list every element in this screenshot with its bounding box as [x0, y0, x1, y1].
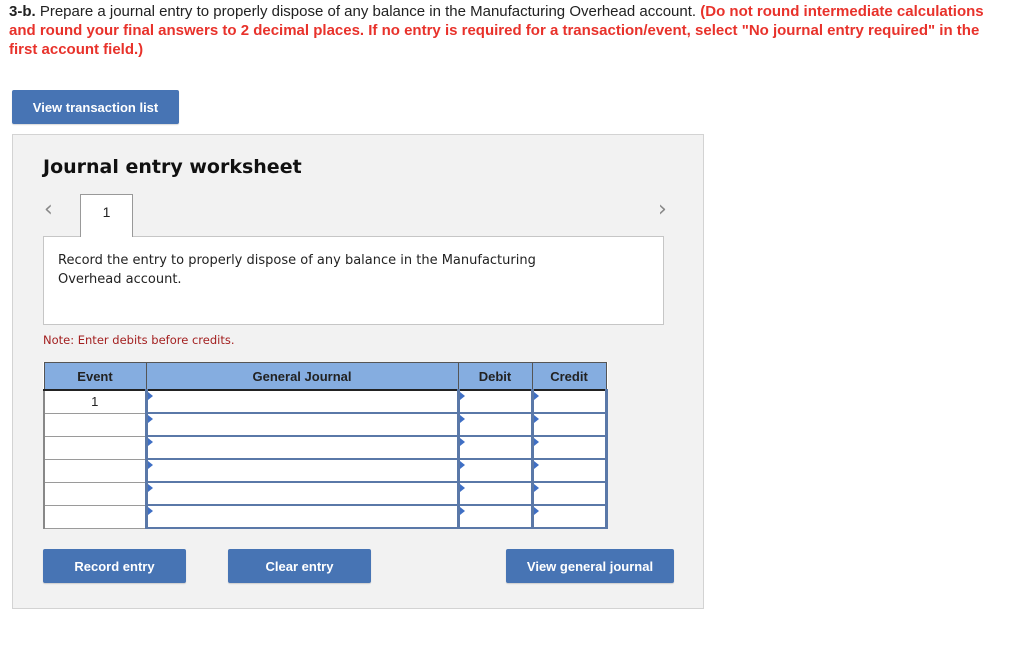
credit-input[interactable] — [533, 482, 609, 505]
chevron-right-icon[interactable]: › — [658, 197, 667, 222]
dropdown-marker-icon — [147, 461, 153, 469]
table-row — [43, 481, 609, 506]
debit-input[interactable] — [459, 436, 535, 459]
dropdown-marker-icon — [459, 461, 465, 469]
credit-input-cell — [530, 412, 609, 437]
clear-entry-button[interactable]: Clear entry — [228, 549, 371, 583]
credit-input-cell — [530, 435, 609, 460]
account-select[interactable] — [147, 505, 461, 528]
account-select[interactable] — [147, 390, 461, 413]
account-select-cell — [144, 435, 461, 460]
journal-entry-worksheet: Journal entry worksheet ‹ 1 › Record the… — [12, 134, 704, 609]
dropdown-marker-icon — [533, 461, 539, 469]
table-row — [43, 435, 609, 460]
dropdown-marker-icon — [459, 484, 465, 492]
question-body: Prepare a journal entry to properly disp… — [35, 3, 701, 20]
debit-input[interactable] — [459, 459, 535, 482]
entry-prompt: Record the entry to properly dispose of … — [58, 253, 536, 287]
dropdown-marker-icon — [147, 392, 153, 400]
credit-input[interactable] — [533, 436, 609, 459]
account-select[interactable] — [147, 459, 461, 482]
credit-input[interactable] — [533, 390, 609, 413]
table-header-row: Event General Journal Debit Credit — [43, 362, 607, 391]
table-row — [43, 504, 609, 529]
dropdown-marker-icon — [459, 438, 465, 446]
account-select-cell — [144, 504, 461, 529]
question-number: 3-b. — [9, 3, 36, 20]
event-cell — [43, 412, 147, 437]
table-row — [43, 412, 609, 437]
debits-note: Note: Enter debits before credits. — [43, 333, 235, 347]
table-row — [43, 458, 609, 483]
dropdown-marker-icon — [533, 392, 539, 400]
account-select-cell — [144, 412, 461, 437]
credit-input[interactable] — [533, 459, 609, 482]
credit-input[interactable] — [533, 413, 609, 436]
chevron-left-icon[interactable]: ‹ — [44, 197, 53, 222]
event-cell — [43, 504, 147, 529]
account-select[interactable] — [147, 482, 461, 505]
credit-input-cell — [530, 458, 609, 483]
journal-table: Event General Journal Debit Credit 1 — [43, 362, 609, 529]
dropdown-marker-icon — [533, 507, 539, 515]
debit-input-cell — [456, 389, 535, 414]
dropdown-marker-icon — [533, 484, 539, 492]
worksheet-title: Journal entry worksheet — [43, 156, 302, 178]
dropdown-marker-icon — [147, 415, 153, 423]
dropdown-marker-icon — [533, 438, 539, 446]
debit-input[interactable] — [459, 413, 535, 436]
debit-input-cell — [456, 504, 535, 529]
debit-input[interactable] — [459, 505, 535, 528]
account-select[interactable] — [147, 413, 461, 436]
header-credit: Credit — [531, 362, 607, 391]
record-entry-button[interactable]: Record entry — [43, 549, 186, 583]
header-event: Event — [43, 362, 147, 391]
credit-input-cell — [530, 389, 609, 414]
event-cell — [43, 481, 147, 506]
event-cell: 1 — [43, 389, 147, 414]
dropdown-marker-icon — [459, 507, 465, 515]
debit-input-cell — [456, 412, 535, 437]
account-select[interactable] — [147, 436, 461, 459]
dropdown-marker-icon — [459, 392, 465, 400]
header-general-journal: General Journal — [145, 362, 459, 391]
debit-input-cell — [456, 458, 535, 483]
table-row: 1 — [43, 389, 609, 414]
debit-input-cell — [456, 435, 535, 460]
tab-entry-1[interactable]: 1 — [80, 194, 133, 237]
dropdown-marker-icon — [147, 438, 153, 446]
account-select-cell — [144, 389, 461, 414]
dropdown-marker-icon — [147, 484, 153, 492]
debit-input[interactable] — [459, 482, 535, 505]
credit-input[interactable] — [533, 505, 609, 528]
account-select-cell — [144, 458, 461, 483]
account-select-cell — [144, 481, 461, 506]
header-debit: Debit — [457, 362, 533, 391]
view-general-journal-button[interactable]: View general journal — [506, 549, 674, 583]
dropdown-marker-icon — [147, 507, 153, 515]
credit-input-cell — [530, 504, 609, 529]
view-transaction-list-button[interactable]: View transaction list — [12, 90, 179, 124]
entry-prompt-box: Record the entry to properly dispose of … — [43, 236, 664, 325]
event-cell — [43, 435, 147, 460]
dropdown-marker-icon — [459, 415, 465, 423]
debit-input-cell — [456, 481, 535, 506]
credit-input-cell — [530, 481, 609, 506]
event-cell — [43, 458, 147, 483]
debit-input[interactable] — [459, 390, 535, 413]
dropdown-marker-icon — [533, 415, 539, 423]
question-text: 3-b. Prepare a journal entry to properly… — [9, 2, 1009, 59]
